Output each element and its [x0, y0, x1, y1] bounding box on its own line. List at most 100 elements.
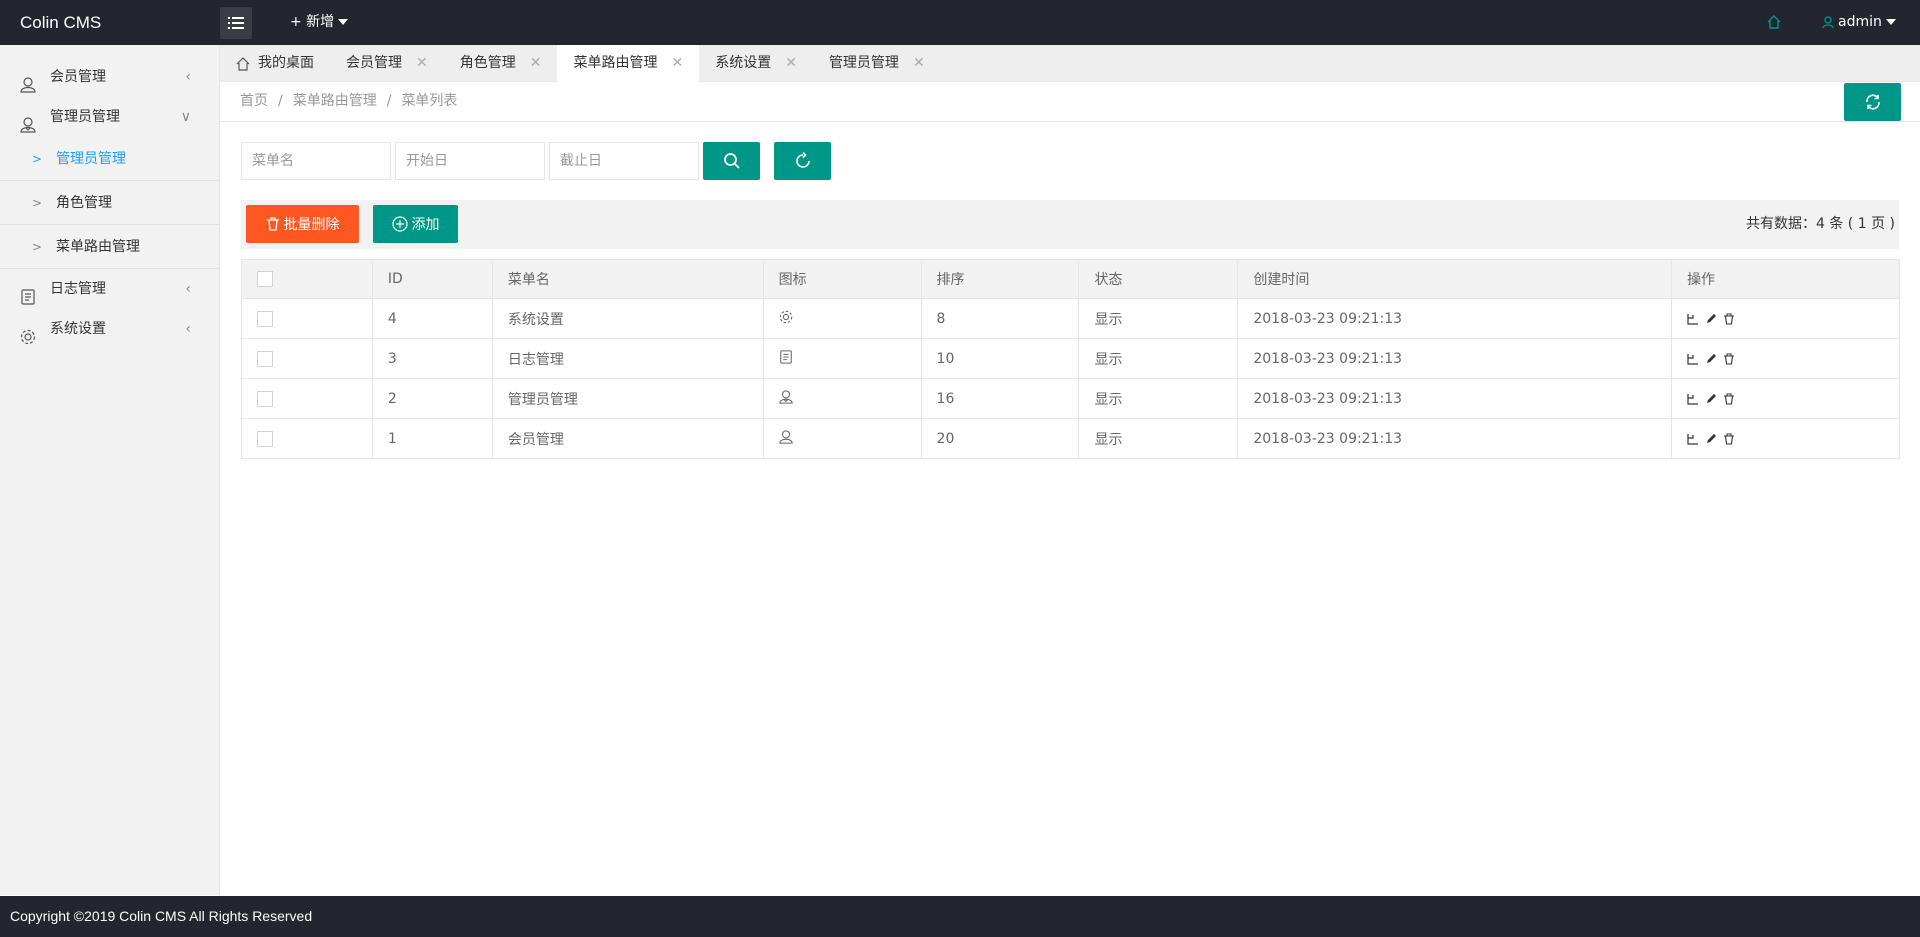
sidebar-item-label: 会员管理 — [50, 69, 106, 85]
sidebar-subitem-roles[interactable]: > 角色管理 — [0, 181, 219, 225]
batch-delete-button[interactable]: 批量删除 — [246, 205, 359, 243]
tree-icon[interactable] — [1687, 393, 1699, 405]
column-header: 操作 — [1671, 259, 1900, 299]
user-name: admin — [1838, 14, 1882, 30]
trash-icon[interactable] — [1723, 312, 1735, 325]
cell-name: 会员管理 — [491, 418, 764, 459]
edit-icon[interactable] — [1705, 313, 1717, 325]
breadcrumb-home[interactable]: 首页 — [240, 93, 268, 109]
cell-sort: 20 — [920, 418, 1080, 459]
column-header: 创建时间 — [1237, 259, 1673, 299]
sidebar-subitem-admin-manage[interactable]: > 管理员管理 — [0, 137, 219, 181]
cell-sort: 16 — [920, 378, 1080, 419]
top-header: Colin CMS + 新增 admin — [0, 0, 1920, 45]
sidebar-item-settings[interactable]: 系统设置 ‹ — [0, 309, 219, 349]
reset-button[interactable] — [774, 142, 831, 180]
row-select-cell — [241, 338, 373, 379]
tab-members[interactable]: 会员管理 ✕ — [330, 45, 444, 82]
tree-icon[interactable] — [1687, 353, 1699, 365]
add-label: 添加 — [411, 217, 440, 233]
cell-id: 2 — [371, 378, 493, 419]
search-button[interactable] — [703, 142, 760, 180]
tab-admins[interactable]: 管理员管理 ✕ — [813, 45, 941, 82]
plus-circle-icon — [391, 216, 408, 232]
cell-icon — [762, 378, 922, 419]
cell-id: 1 — [371, 418, 493, 459]
sidebar-item-label: 系统设置 — [50, 321, 106, 337]
chevron-right-icon: > — [32, 196, 43, 210]
table-row: 3 日志管理 10 显示 2018-03-23 09:21:13 — [241, 338, 1900, 379]
cell-name: 管理员管理 — [491, 378, 764, 419]
table-row: 1 会员管理 20 显示 2018-03-23 09:21:13 — [241, 418, 1900, 459]
trash-icon[interactable] — [1723, 392, 1735, 405]
home-icon[interactable] — [1767, 15, 1781, 33]
breadcrumb-section[interactable]: 菜单路由管理 — [293, 93, 377, 109]
column-header: 状态 — [1078, 259, 1239, 299]
tree-icon[interactable] — [1687, 313, 1699, 325]
cell-status: 显示 — [1078, 338, 1239, 379]
edit-icon[interactable] — [1705, 433, 1717, 445]
table-header-row: ID 菜单名 图标 排序 状态 创建时间 操作 — [241, 259, 1900, 299]
close-icon[interactable]: ✕ — [785, 45, 797, 82]
close-icon[interactable]: ✕ — [671, 45, 683, 82]
chevron-right-icon: > — [32, 152, 43, 166]
cell-actions — [1671, 338, 1900, 379]
cell-id: 4 — [371, 298, 493, 339]
copyright-text: Copyright ©2019 Colin CMS All Rights Res… — [10, 908, 313, 924]
tab-menu-routes[interactable]: 菜单路由管理 ✕ — [557, 45, 700, 82]
cell-name: 系统设置 — [491, 298, 764, 339]
table-row: 2 管理员管理 16 显示 2018-03-23 09:21:13 — [241, 378, 1900, 419]
menu-table: ID 菜单名 图标 排序 状态 创建时间 操作 4 系统设置 8 显示 2018… — [241, 259, 1900, 459]
add-button[interactable]: 添加 — [373, 205, 458, 243]
cell-sort: 10 — [920, 338, 1080, 379]
row-checkbox[interactable] — [257, 350, 273, 367]
tab-roles[interactable]: 角色管理 ✕ — [444, 45, 558, 82]
tab-settings[interactable]: 系统设置 ✕ — [699, 45, 813, 82]
add-new-dropdown[interactable]: + 新增 — [290, 0, 349, 45]
cell-status: 显示 — [1078, 298, 1239, 339]
page-refresh-button[interactable] — [1844, 83, 1901, 121]
sidebar-item-logs[interactable]: 日志管理 ‹ — [0, 269, 219, 309]
column-header: 图标 — [762, 259, 922, 299]
cell-id: 3 — [371, 338, 493, 379]
cell-actions — [1671, 298, 1900, 339]
breadcrumb-bar: 首页 / 菜单路由管理 / 菜单列表 — [220, 82, 1920, 122]
row-checkbox[interactable] — [257, 390, 273, 407]
select-all-cell — [241, 259, 373, 299]
log-icon — [779, 349, 792, 364]
chevron-left-icon: ‹ — [185, 321, 191, 337]
close-icon[interactable]: ✕ — [416, 45, 428, 82]
sidebar-subitem-label: 角色管理 — [56, 195, 112, 211]
edit-icon[interactable] — [1705, 393, 1717, 405]
tab-label: 菜单路由管理 — [573, 55, 658, 71]
app-logo[interactable]: Colin CMS — [20, 0, 101, 45]
trash-icon[interactable] — [1723, 432, 1735, 445]
edit-icon[interactable] — [1705, 353, 1717, 365]
row-select-cell — [241, 298, 373, 339]
home-icon — [236, 56, 250, 71]
select-all-checkbox[interactable] — [257, 271, 273, 287]
close-icon[interactable]: ✕ — [913, 45, 925, 82]
menu-toggle-button[interactable] — [220, 7, 252, 39]
row-checkbox[interactable] — [257, 430, 273, 447]
sidebar-item-admins[interactable]: 管理员管理 ∨ — [0, 97, 219, 137]
sidebar-item-members[interactable]: 会员管理 ‹ — [0, 57, 219, 97]
menu-name-input[interactable] — [241, 142, 391, 180]
footer: Copyright ©2019 Colin CMS All Rights Res… — [0, 896, 1920, 937]
chevron-down-icon: ∨ — [180, 109, 191, 125]
cell-created: 2018-03-23 09:21:13 — [1237, 338, 1673, 379]
tab-desktop[interactable]: 我的桌面 — [220, 45, 330, 82]
end-date-input[interactable] — [549, 142, 699, 180]
gear-icon — [20, 321, 36, 361]
sidebar: 会员管理 ‹ 管理员管理 ∨ > 管理员管理 > 角色管理 > 菜单路由管理 日… — [0, 45, 220, 895]
cell-status: 显示 — [1078, 378, 1239, 419]
user-menu[interactable]: admin — [1822, 0, 1896, 45]
sidebar-subitem-menu-routes[interactable]: > 菜单路由管理 — [0, 225, 219, 269]
sidebar-item-label: 管理员管理 — [50, 109, 120, 125]
tree-icon[interactable] — [1687, 433, 1699, 445]
row-checkbox[interactable] — [257, 310, 273, 327]
trash-icon[interactable] — [1723, 352, 1735, 365]
start-date-input[interactable] — [395, 142, 545, 180]
refresh-icon — [1865, 94, 1880, 110]
close-icon[interactable]: ✕ — [530, 45, 542, 82]
